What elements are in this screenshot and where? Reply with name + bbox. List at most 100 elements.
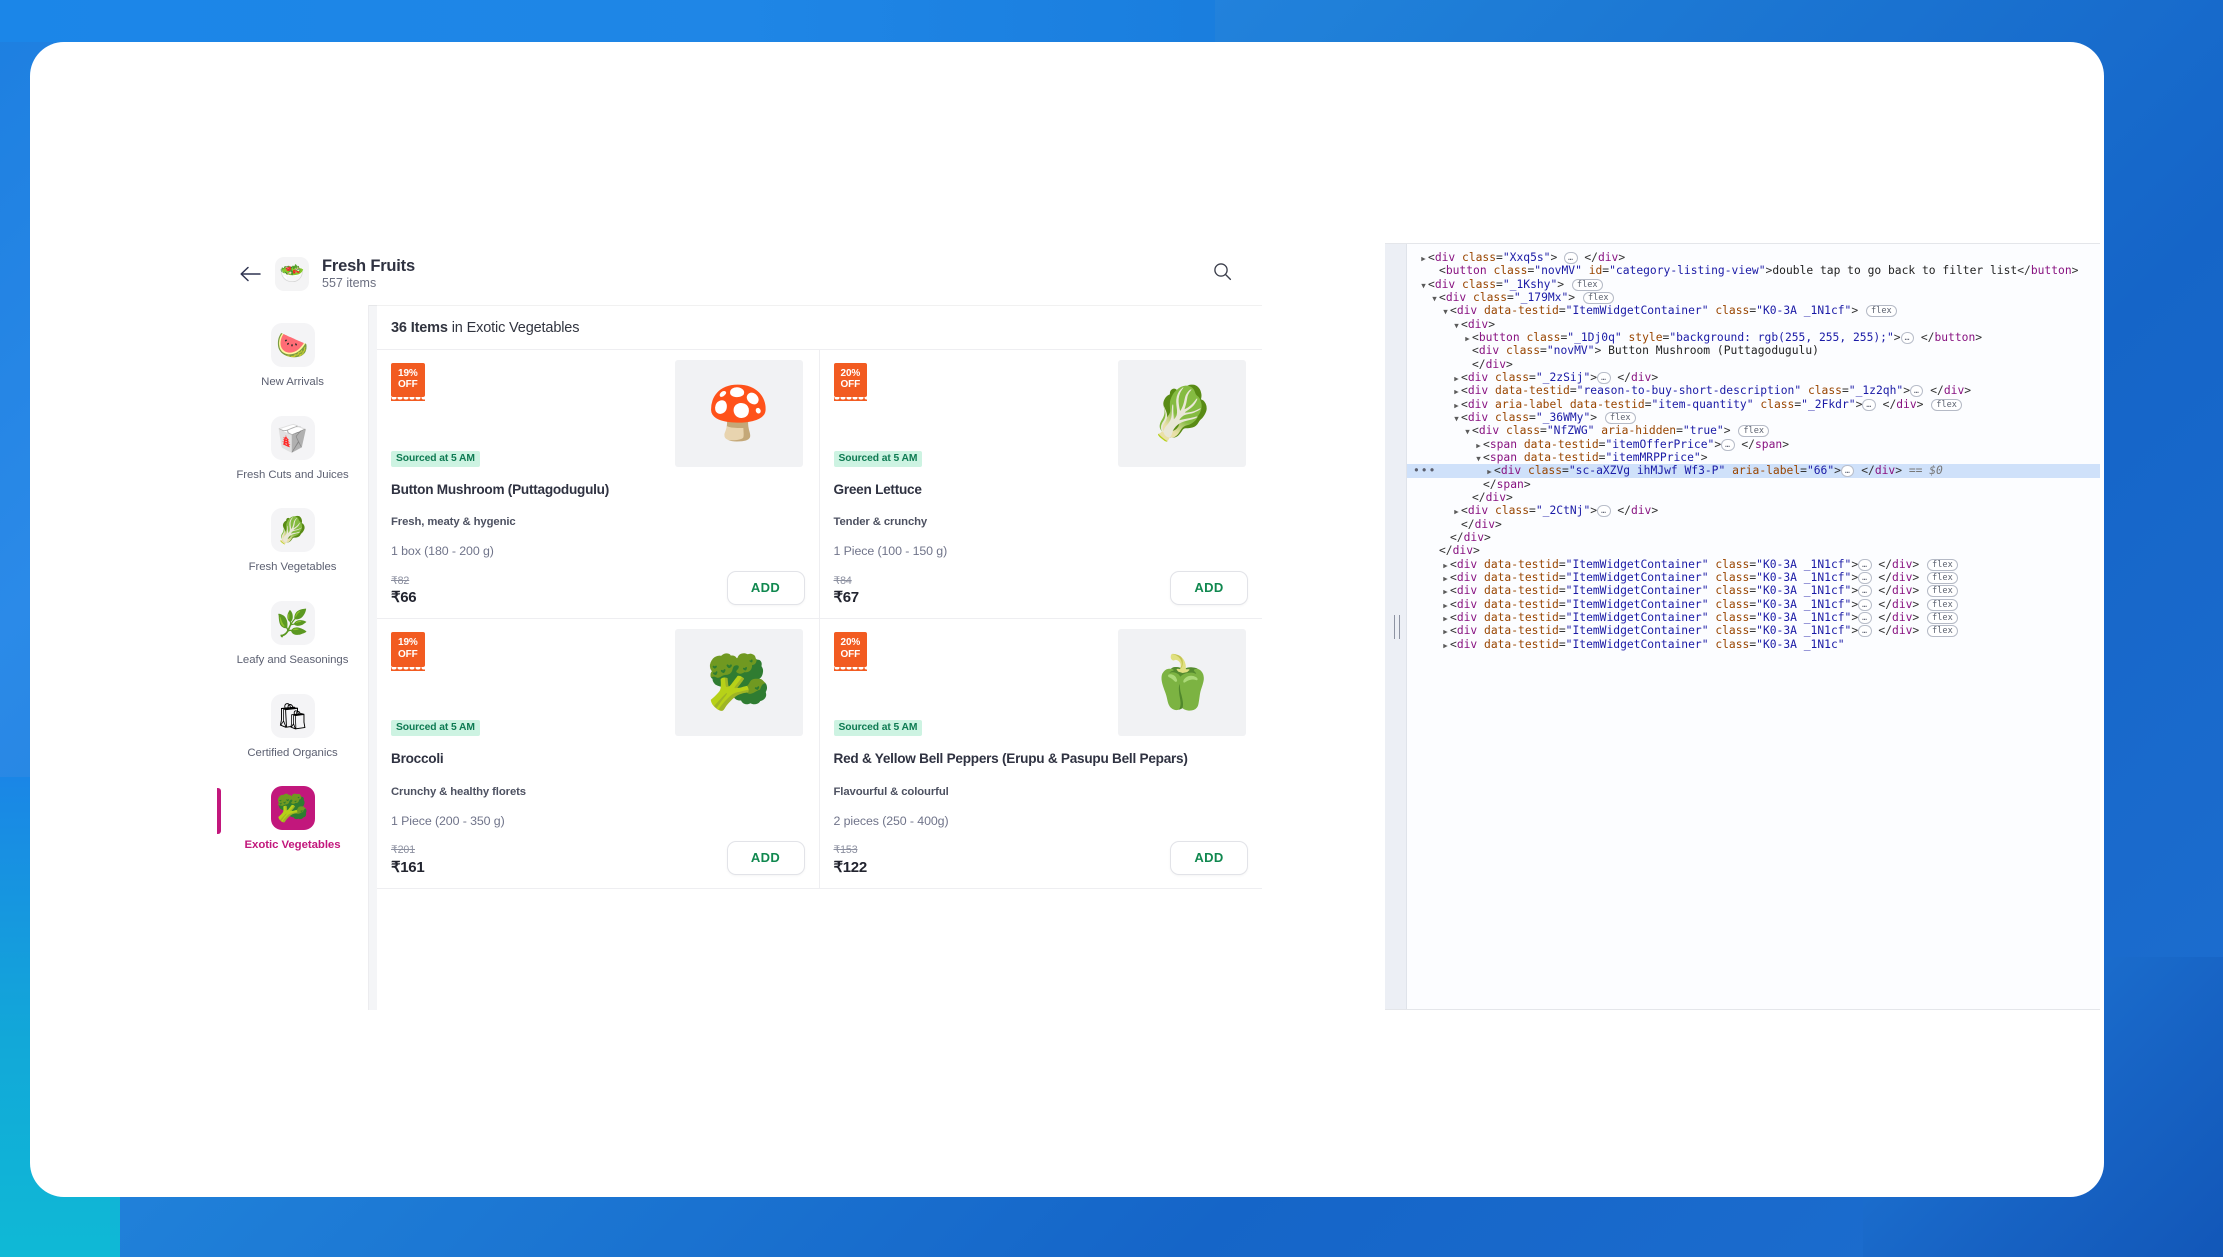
dom-node-line[interactable]: <button class="novMV" id="category-listi… xyxy=(1407,264,2100,277)
sidebar-item-exotic-vegetables[interactable]: 🥦 Exotic Vegetables xyxy=(217,774,368,867)
dom-node-line[interactable]: ▶ <button class="_1Dj0q" style="backgroun… xyxy=(1407,331,2100,344)
sidebar-item-label: Certified Organics xyxy=(247,746,338,759)
dom-node-line[interactable]: ▶ <div data-testid="ItemWidgetContainer" … xyxy=(1407,584,2100,598)
dom-node-line[interactable]: ▶ <div data-testid="ItemWidgetContainer" … xyxy=(1407,598,2100,611)
dom-node-line[interactable]: ▼ <span data-testid="itemMRPPrice"> xyxy=(1407,451,2100,464)
dom-node-line[interactable]: ▶ <div data-testid="ItemWidgetContainer" … xyxy=(1407,624,2100,638)
dom-node-line[interactable]: ▶ <span data-testid="itemOfferPrice">… </… xyxy=(1407,438,2100,451)
product-image: 🥦 xyxy=(674,629,803,737)
collapse-arrow-icon[interactable]: ▼ xyxy=(1430,294,1439,304)
dom-node-line[interactable]: ▼ <div class="NfZWG" aria-hidden="true"> … xyxy=(1407,424,2100,438)
offer-price: ₹122 xyxy=(833,858,868,876)
sidebar-item-leafy-and-seasonings[interactable]: 🌿 Leafy and Seasonings xyxy=(217,589,368,682)
mrp-price: ₹84 xyxy=(833,574,852,587)
dom-node-line[interactable]: </span> xyxy=(1407,478,2100,491)
sidebar-item-certified-organics[interactable]: 🛍 Certified Organics xyxy=(217,682,368,775)
sidebar-item-label: New Arrivals xyxy=(261,376,324,388)
dom-node-line[interactable]: </div> xyxy=(1407,358,2100,371)
product-photo-icon: 🥬 xyxy=(1149,384,1215,443)
expand-arrow-icon[interactable]: ▶ xyxy=(1452,387,1461,397)
expand-arrow-icon[interactable]: ▶ xyxy=(1463,334,1472,344)
sidebar-item-new-arrivals[interactable]: 🍉 New Arrivals xyxy=(217,311,368,404)
category-icon: 🥬 xyxy=(270,508,315,553)
product-card[interactable]: 20% OFF 🥬 Sourced at 5 AM Green Lettuce Tende… xyxy=(819,350,1262,620)
expand-arrow-icon[interactable]: ▶ xyxy=(1441,574,1450,584)
dom-node-line[interactable]: ▼ <div data-testid="ItemWidgetContainer" … xyxy=(1407,304,2100,318)
price-block: ₹84 ₹67 xyxy=(833,574,860,606)
expand-arrow-icon[interactable]: ▶ xyxy=(1452,507,1461,517)
sidebar-item-label: Fresh Vegetables xyxy=(248,561,337,574)
expand-arrow-icon[interactable]: ▶ xyxy=(1441,601,1450,611)
collapse-arrow-icon[interactable]: ▼ xyxy=(1441,307,1450,317)
expand-arrow-icon[interactable]: ▶ xyxy=(1419,254,1428,264)
discount-badge: 20% OFF xyxy=(833,363,868,402)
category-sidebar[interactable]: 🍉 New Arrivals 🥡 Fresh Cuts and Juices 🥬 Fres… xyxy=(217,305,369,1010)
price-row: ₹153 ₹122 ADD xyxy=(833,840,1248,876)
expand-arrow-icon[interactable]: ▶ xyxy=(1485,467,1494,477)
collapse-arrow-icon[interactable]: ▼ xyxy=(1419,281,1428,291)
add-to-cart-button[interactable]: ADD xyxy=(1170,840,1248,875)
dom-node-line[interactable]: ▶ <div data-testid="ItemWidgetContainer" … xyxy=(1407,611,2100,624)
dom-node-line-selected[interactable]: ••• ▶ <div class="sc-aXZVg ihMJwf Wf3-P" a… xyxy=(1407,464,2100,478)
add-to-cart-button[interactable]: ADD xyxy=(1170,571,1248,606)
discount-badge: 19% OFF xyxy=(391,632,425,672)
sidebar-item-fresh-cuts-and-juices[interactable]: 🥡 Fresh Cuts and Juices xyxy=(217,404,368,497)
product-card[interactable]: 19% OFF 🍄 Sourced at 5 AM Button Mushroom (P… xyxy=(377,350,820,620)
back-button[interactable] xyxy=(233,257,267,291)
expand-arrow-icon[interactable]: ▶ xyxy=(1441,627,1450,637)
expand-arrow-icon[interactable]: ▶ xyxy=(1452,401,1461,411)
product-photo-icon: 🫑 xyxy=(1149,653,1215,712)
product-list-inner: 36 Items in Exotic Vegetables 19% OFF 🍄 Sou… xyxy=(377,305,1262,1010)
dom-node-line[interactable]: ▶ <div data-testid="reason-to-buy-short-d… xyxy=(1407,384,2100,398)
product-quantity: 1 Piece (200 - 350 g) xyxy=(391,813,505,828)
devtools-dom-tree[interactable]: ▶ <div class="Xxq5s"> … </div> <button cla… xyxy=(1407,244,2100,1009)
dom-node-line[interactable]: <div class="novMV"> Button Mushroom (Put… xyxy=(1407,344,2100,357)
active-indicator xyxy=(217,788,221,835)
dom-node-line[interactable]: ▼ <div class="_36WMy"> flex xyxy=(1407,411,2100,425)
sourced-badge: Sourced at 5 AM xyxy=(391,451,480,467)
fresh-cuts-and-juices-icon: 🥡 xyxy=(276,422,309,453)
product-image: 🫑 xyxy=(1118,629,1246,737)
dom-node-line[interactable]: ▶ <div data-testid="ItemWidgetContainer" … xyxy=(1407,638,2100,651)
dom-node-line[interactable]: ▶ <div data-testid="ItemWidgetContainer" … xyxy=(1407,558,2100,571)
add-to-cart-button[interactable]: ADD xyxy=(726,571,805,606)
expand-arrow-icon[interactable]: ▶ xyxy=(1441,587,1450,597)
expand-arrow-icon[interactable]: ▶ xyxy=(1441,561,1450,571)
category-icon: 🌿 xyxy=(270,601,315,646)
dom-node-line[interactable]: </div> xyxy=(1407,531,2100,544)
sidebar-item-fresh-vegetables[interactable]: 🥬 Fresh Vegetables xyxy=(217,496,368,589)
dom-node-line[interactable]: ▶ <div class="_2CtNj">… </div> xyxy=(1407,504,2100,518)
node-menu-icon[interactable]: ••• xyxy=(1413,464,1436,477)
results-category: Exotic Vegetables xyxy=(466,320,580,336)
devtools-resize-handle[interactable] xyxy=(1385,244,1407,1009)
dom-node-line[interactable]: ▶ <div aria-label data-testid="item-quant… xyxy=(1407,398,2100,411)
collapse-arrow-icon[interactable]: ▼ xyxy=(1474,454,1483,464)
results-in-label: in xyxy=(447,320,467,336)
dom-node-line[interactable]: </div> xyxy=(1407,518,2100,531)
collapse-arrow-icon[interactable]: ▼ xyxy=(1452,414,1461,424)
results-count: 36 Items xyxy=(391,320,448,336)
dom-node-line[interactable]: ▼ <div class="_1Kshy"> flex xyxy=(1407,278,2100,291)
dom-node-line[interactable]: </div> xyxy=(1407,491,2100,504)
dom-node-line[interactable]: ▼ <div> xyxy=(1407,318,2100,331)
collapse-arrow-icon[interactable]: ▼ xyxy=(1463,427,1472,437)
dom-node-line[interactable]: ▶ <div class="_2zSij">… </div> xyxy=(1407,371,2100,384)
product-photo-icon: 🥦 xyxy=(706,653,771,712)
dom-node-line[interactable]: ▶ <div class="Xxq5s"> … </div> xyxy=(1407,251,2100,264)
search-button[interactable] xyxy=(1204,256,1240,292)
price-block: ₹201 ₹161 xyxy=(391,845,425,875)
expand-arrow-icon[interactable]: ▶ xyxy=(1474,441,1483,451)
add-to-cart-button[interactable]: ADD xyxy=(726,840,805,875)
product-reason-to-buy: Tender & crunchy xyxy=(833,516,928,529)
expand-arrow-icon[interactable]: ▶ xyxy=(1452,374,1461,384)
collapse-arrow-icon[interactable]: ▼ xyxy=(1452,321,1461,331)
dom-node-line[interactable]: ▼ <div class="_179Mx"> flex xyxy=(1407,291,2100,305)
expand-arrow-icon[interactable]: ▶ xyxy=(1441,614,1450,624)
expand-arrow-icon[interactable]: ▶ xyxy=(1441,641,1450,651)
dom-node-line[interactable]: ▶ <div data-testid="ItemWidgetContainer" … xyxy=(1407,571,2100,585)
dom-node-line[interactable]: </div> xyxy=(1407,544,2100,557)
product-name: Button Mushroom (Puttagodugulu) xyxy=(391,482,610,497)
product-card[interactable]: 19% OFF 🥦 Sourced at 5 AM Broccoli Crunchy & … xyxy=(377,619,820,889)
product-card[interactable]: 20% OFF 🫑 Sourced at 5 AM Red & Yellow Bell … xyxy=(819,619,1262,889)
item-count-label: 557 items xyxy=(322,276,377,291)
